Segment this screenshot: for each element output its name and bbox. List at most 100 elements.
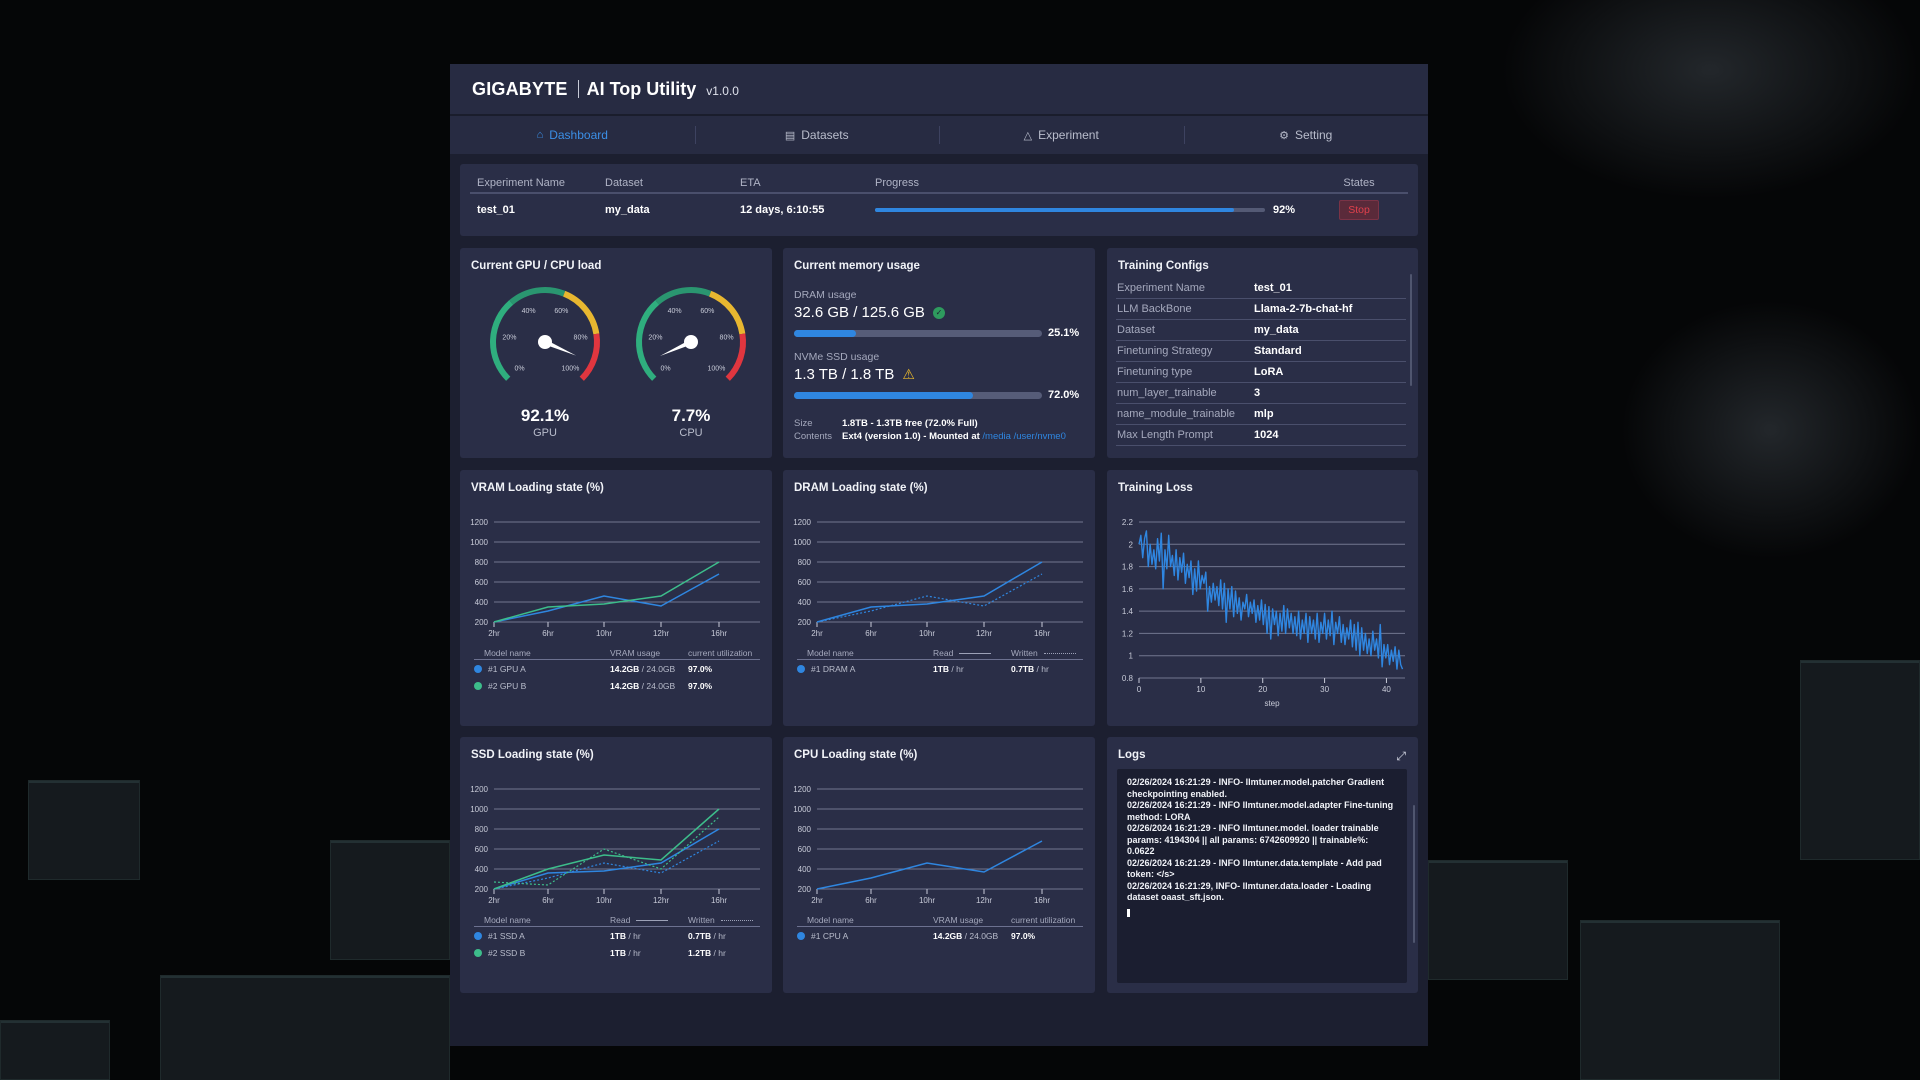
config-value: my_data [1254, 324, 1299, 336]
background-cube [1580, 920, 1780, 1080]
vram-chart-card: VRAM Loading state (%) 200 400 600 800 1000 1… [460, 470, 772, 726]
header-progress: Progress [875, 177, 920, 189]
config-row: LLM BackBone Llama-2-7b-chat-hf [1116, 299, 1406, 320]
dram-bar [794, 330, 1042, 337]
x-tick-label: 30 [1320, 685, 1329, 694]
training-loss-chart: 0.8 1 1.2 1.4 1.6 1.8 2 2.2 0 10 20 30 40 step [1122, 518, 1405, 708]
legend-color-dot [474, 681, 482, 690]
y-tick-label: 1.8 [1122, 563, 1134, 572]
config-value: LoRA [1254, 366, 1284, 378]
x-tick-label: 12hr [653, 896, 669, 905]
state-cell: Stop [1310, 200, 1408, 220]
stop-button[interactable]: Stop [1339, 200, 1379, 220]
y-tick-label: 1200 [793, 518, 811, 527]
tab-dashboard[interactable]: ⌂ Dashboard [450, 116, 695, 154]
ssd-usage-text: 1.3 TB / 1.8 TB [794, 366, 895, 383]
cpu-chart: 200 400 600 800 1000 1200 2hr 6hr 10hr 12hr 16hr [793, 785, 1083, 905]
config-value: 1024 [1254, 429, 1279, 441]
scrollbar[interactable] [1410, 274, 1412, 386]
ssd-contents-row: Contents Ext4 (version 1.0) - Mounted at… [794, 431, 1066, 442]
gauge-hub [684, 335, 698, 349]
x-tick-label: 10hr [919, 896, 935, 905]
legend-value: 1TB / hr [610, 930, 641, 941]
log-line: 02/26/2024 16:21:29, INFO- llmtuner.data… [1127, 880, 1372, 903]
y-tick-label: 1200 [470, 785, 488, 794]
tab-label: Dashboard [549, 128, 608, 142]
scrollbar[interactable] [1413, 805, 1415, 943]
ssd-bar [794, 392, 1042, 399]
chart-title: VRAM Loading state (%) [471, 482, 604, 494]
contents-value: Ext4 (version 1.0) - Mounted at /media /… [842, 431, 1066, 442]
header-eta: ETA [740, 177, 761, 189]
progress-cell: 92% [875, 204, 1310, 216]
tab-datasets[interactable]: ▤ Datasets [694, 116, 940, 154]
dram-percent: 25.1% [1048, 327, 1080, 339]
gauge-tick-label: 80% [720, 334, 734, 341]
chart-legend: Model name VRAM usage current utilization #… [797, 913, 1083, 944]
mount-path-link[interactable]: /media /user/nvme0 [982, 431, 1065, 442]
dashed-line-sample [1043, 652, 1076, 654]
x-tick-label: 12hr [976, 629, 992, 638]
legend-header-cell: Model name [484, 647, 531, 658]
legend-color-dot [474, 931, 482, 940]
y-tick-label: 800 [475, 825, 489, 834]
legend-value: 97.0% [688, 680, 713, 691]
gauge-tick-label: 100% [562, 365, 580, 372]
expand-icon[interactable]: ⤢ [1396, 749, 1406, 764]
config-row: Finetuning Strategy Standard [1116, 341, 1406, 362]
config-key: Finetuning type [1117, 366, 1193, 378]
solid-line-sample [959, 652, 992, 654]
chart-legend: Model name Read Written #1 DRAM A 1TB / hr 0.… [797, 646, 1083, 677]
gauge-label: GPU [533, 427, 557, 439]
y-tick-label: 1.4 [1122, 607, 1134, 616]
loss-line [1138, 530, 1404, 670]
legend-row: #1 GPU A 14.2GB / 24.0GB 97.0% [474, 660, 760, 677]
tab-experiment[interactable]: △ Experiment [939, 116, 1184, 154]
background-cube [160, 975, 450, 1080]
legend-header-cell: Model name [484, 914, 531, 925]
progress-label: 92% [1273, 204, 1296, 216]
y-tick-label: 800 [798, 825, 812, 834]
legend-model: #1 GPU A [474, 664, 610, 674]
gauge-tick-label: 60% [700, 308, 714, 315]
dram-chart-card: DRAM Loading state (%) 200 400 600 800 1000 1… [783, 470, 1095, 726]
gear-icon: ⚙ [1279, 129, 1289, 142]
y-tick-label: 1200 [470, 518, 488, 527]
legend-value: 0.7TB / hr [688, 930, 726, 941]
y-tick-label: 200 [798, 618, 812, 627]
tab-setting[interactable]: ⚙ Setting [1183, 116, 1429, 154]
dram-chart: 200 400 600 800 1000 1200 2hr 6hr 10hr 12hr 16hr [793, 518, 1083, 638]
config-row: num_layer_trainable 3 [1116, 383, 1406, 404]
legend-color-dot [797, 664, 805, 673]
legend-header-cell: current utilization [688, 647, 753, 658]
config-key: num_layer_trainable [1117, 387, 1217, 399]
gauge-tick-label: 40% [668, 308, 682, 315]
x-tick-label: 12hr [653, 629, 669, 638]
x-tick-label: 0 [1137, 685, 1142, 694]
legend-header: Model name Read Written [474, 913, 760, 927]
gpu-gauge: 0% 20% 40% 60% 80% 100% 92.1% GPU [480, 284, 610, 454]
legend-value: 1TB / hr [610, 947, 641, 958]
x-tick-label: 10hr [919, 629, 935, 638]
legend-model: #1 SSD A [474, 931, 610, 941]
config-value: test_01 [1254, 282, 1292, 294]
chart-legend: Model name Read Written #1 SSD A 1TB / hr 0.7… [474, 913, 760, 961]
x-tick-label: 6hr [542, 896, 554, 905]
cpu-gauge: 0% 20% 40% 60% 80% 100% 7.7% CPU [626, 284, 756, 454]
config-row: Dataset my_data [1116, 320, 1406, 341]
config-row: Finetuning type LoRA [1116, 362, 1406, 383]
header-states: States [1343, 177, 1375, 189]
x-tick-label: 6hr [542, 629, 554, 638]
y-tick-label: 400 [475, 598, 489, 607]
config-key: LLM BackBone [1117, 303, 1192, 315]
chart-title: DRAM Loading state (%) [794, 482, 928, 494]
y-tick-label: 1000 [793, 805, 811, 814]
background-cube [1800, 660, 1920, 860]
y-tick-label: 600 [798, 845, 812, 854]
log-line: 02/26/2024 16:21:29 - INFO- llmtuner.mod… [1127, 777, 1385, 799]
log-output[interactable]: 02/26/2024 16:21:29 - INFO- llmtuner.mod… [1117, 769, 1407, 983]
ssd-chart-card: SSD Loading state (%) 200 400 600 800 1000 12… [460, 737, 772, 993]
dashed-line-sample [720, 919, 753, 921]
gauge-dial: 0% 20% 40% 60% 80% 100% [490, 287, 600, 381]
ssd-percent: 72.0% [1048, 389, 1080, 401]
